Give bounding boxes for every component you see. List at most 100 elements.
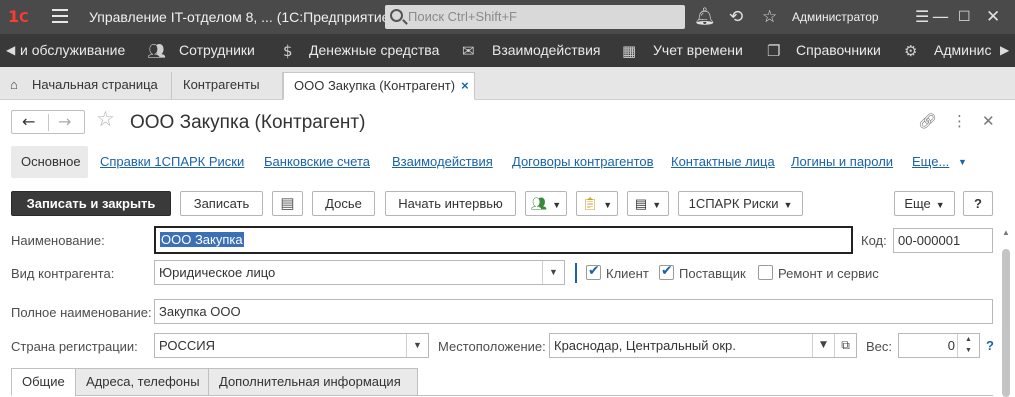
section-service[interactable]: и обслуживание [20, 42, 125, 58]
link-contracts[interactable]: Договоры контрагентов [512, 154, 654, 169]
chevron-down-icon[interactable]: ▼ [406, 334, 428, 357]
repair-checkbox[interactable] [758, 265, 773, 280]
weight-field[interactable]: 0 ▲ ▼ [898, 333, 980, 358]
tab-counterparty-form[interactable]: ООО Закупка (Контрагент) × [283, 72, 475, 100]
link-spark[interactable]: Справки 1СПАРК Риски [100, 154, 244, 169]
client-checkbox[interactable] [586, 263, 601, 280]
tasks-menu-button[interactable]: 📋︎ ▼ [576, 191, 618, 216]
scroll-right-icon[interactable]: ▶ [1000, 43, 1009, 57]
bell-icon[interactable]: 🔔︎ [694, 6, 716, 28]
tab-counterparties-label: Контрагенты [183, 77, 260, 92]
section-interactions[interactable]: Взаимодействия [492, 42, 601, 58]
dossier-button[interactable]: Досье [312, 191, 375, 216]
history-nav: ← → [11, 110, 85, 134]
form-nav: Основное Справки 1СПАРК Риски Банковские… [0, 145, 1015, 179]
scroll-thumb[interactable] [1002, 249, 1010, 397]
search-placeholder: Поиск Ctrl+Shift+F [408, 9, 517, 24]
type-label: Вид контрагента: [11, 266, 115, 281]
chevron-down-icon[interactable]: ▼ [812, 334, 834, 357]
close-tab-icon[interactable]: × [461, 78, 469, 93]
close-window-icon[interactable]: ✕ [986, 6, 1000, 28]
fullname-label: Полное наименование: [11, 305, 152, 320]
save-close-button[interactable]: Записать и закрыть [11, 191, 171, 216]
location-value: Краснодар, Центральный окр. [554, 338, 736, 353]
tab-general[interactable]: Общие [11, 368, 76, 396]
favorite-star-icon[interactable]: ☆ [96, 107, 115, 131]
open-icon[interactable]: ⧉ [834, 334, 856, 357]
weight-value: 0 [947, 338, 955, 353]
people-icon: 👥︎ [147, 42, 167, 60]
code-label: Код: [861, 233, 887, 248]
link-contacts[interactable]: Контактные лица [671, 154, 775, 169]
code-field[interactable]: 00-000001 [893, 228, 993, 253]
link-bank-accounts[interactable]: Банковские счета [264, 154, 370, 169]
country-value: РОССИЯ [159, 338, 216, 353]
chevron-down-icon[interactable]: ▼ [958, 157, 967, 167]
maximize-icon[interactable]: ☐ [958, 6, 971, 28]
tab-counterparties[interactable]: Контрагенты [173, 72, 283, 100]
interaction-icon: ✉ [462, 42, 475, 60]
weight-label: Вес: [866, 339, 893, 354]
help-button[interactable]: ? [963, 191, 993, 216]
link-logins[interactable]: Логины и пароли [791, 154, 893, 169]
spark-button-label: 1СПАРК Риски [688, 196, 779, 211]
history-icon[interactable]: ⟲ [729, 6, 743, 28]
window-title: Управление IT-отделом 8, ... (1С:Предпри… [89, 9, 395, 25]
country-select[interactable]: РОССИЯ ▼ [154, 333, 429, 358]
contacts-menu-button[interactable]: 👥︎ ▼ [525, 191, 567, 216]
clipboard-icon: 📋︎ [581, 196, 599, 211]
fullname-value: Закупка ООО [159, 304, 241, 319]
weight-help-icon[interactable]: ? [986, 338, 994, 353]
location-select[interactable]: Краснодар, Центральный окр. ▼ ⧉ [549, 333, 857, 358]
repair-label: Ремонт и сервис [778, 266, 879, 281]
open-windows-bar: ⌂ Начальная страница Контрагенты ООО Заку… [0, 67, 1015, 100]
location-label: Местоположение: [438, 339, 546, 354]
type-select[interactable]: Юридическое лицо ▼ [154, 260, 565, 285]
forward-icon[interactable]: → [58, 112, 71, 131]
spark-button[interactable]: 1СПАРК Риски ▼ [678, 191, 803, 216]
interview-button[interactable]: Начать интервью [385, 191, 516, 216]
home-icon: ⌂ [10, 77, 18, 92]
close-form-icon[interactable]: ✕ [982, 112, 995, 130]
settings-icon[interactable]: ☰ [915, 6, 929, 28]
scroll-left-icon[interactable]: ◀ [6, 43, 15, 57]
tab-home-label: Начальная страница [32, 77, 158, 92]
section-money[interactable]: Денежные средства [309, 42, 439, 58]
more-actions-icon[interactable]: ⋮ [952, 112, 967, 130]
name-field[interactable]: ООО Закупка [154, 226, 853, 254]
vertical-scrollbar[interactable]: ▲ [1000, 225, 1012, 397]
main-menu-icon[interactable] [52, 9, 68, 23]
section-employees[interactable]: Сотрудники [179, 42, 255, 58]
save-button[interactable]: Записать [180, 191, 263, 216]
stepper-icon[interactable]: ▲ ▼ [957, 334, 979, 357]
tab-addresses[interactable]: Адреса, телефоны [75, 368, 209, 396]
section-time[interactable]: Учет времени [653, 42, 743, 58]
gear-icon: ⚙ [904, 42, 918, 60]
supplier-checkbox[interactable] [659, 263, 674, 280]
name-label: Наименование: [11, 233, 105, 248]
tab-additional[interactable]: Дополнительная информация [208, 368, 418, 396]
link-more[interactable]: Еще... [912, 154, 949, 169]
catalog-icon: ❐ [767, 42, 781, 60]
link-icon[interactable]: 🔗︎ [918, 112, 937, 130]
name-value: ООО Закупка [160, 232, 244, 247]
print-menu-button[interactable]: ▤ ▼ [627, 191, 669, 216]
title-bar: 1С Управление IT-отделом 8, ... (1С:Пред… [0, 0, 1015, 34]
section-catalogs[interactable]: Справочники [796, 42, 881, 58]
search-input[interactable]: Поиск Ctrl+Shift+F [385, 5, 685, 29]
chevron-down-icon[interactable]: ▼ [542, 261, 564, 284]
tab-home[interactable]: ⌂ Начальная страница [0, 72, 172, 100]
more-button[interactable]: Еще ▼ [894, 191, 955, 216]
link-interactions[interactable]: Взаимодействия [392, 154, 493, 169]
current-user[interactable]: Администратор [792, 10, 879, 24]
scroll-up-icon[interactable]: ▲ [1002, 228, 1010, 237]
fullname-field[interactable]: Закупка ООО [154, 299, 993, 324]
star-icon[interactable]: ☆ [762, 6, 777, 28]
back-icon[interactable]: ← [22, 112, 35, 131]
document-icon[interactable]: ▤ [272, 191, 303, 216]
section-admin[interactable]: Админис [934, 42, 992, 58]
type-value: Юридическое лицо [159, 265, 276, 280]
money-icon: $ [283, 42, 293, 60]
link-main[interactable]: Основное [21, 154, 81, 169]
minimize-icon[interactable]: — [932, 6, 949, 28]
